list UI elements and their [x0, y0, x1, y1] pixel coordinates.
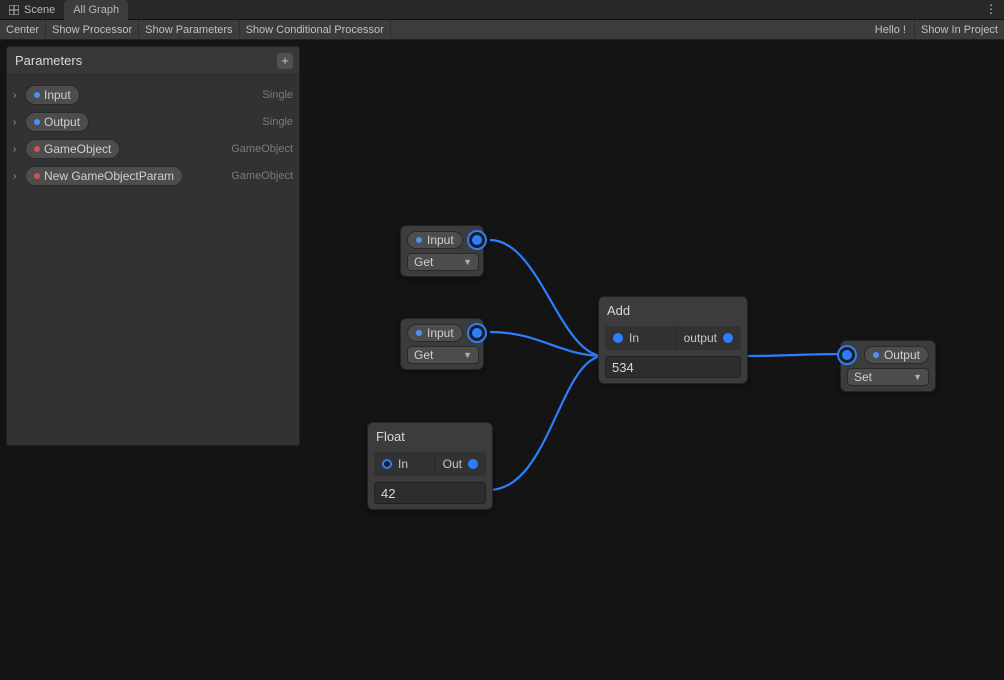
chevron-down-icon: ▼ — [463, 257, 472, 267]
float-value-input[interactable] — [374, 482, 486, 504]
param-type: GameObject — [231, 170, 293, 182]
node-title: Add — [599, 297, 747, 324]
add-value-input[interactable] — [605, 356, 741, 378]
input-port[interactable] — [837, 345, 857, 365]
top-tab-bar: Scene All Graph ⋮ — [0, 0, 1004, 20]
node-output[interactable]: Output Set ▼ — [840, 340, 936, 392]
param-name: New GameObjectParam — [44, 169, 174, 183]
center-button[interactable]: Center — [0, 20, 46, 40]
parameters-panel: Parameters + › Input Single › Output Sin… — [6, 46, 300, 446]
param-type: Single — [262, 116, 293, 128]
parameters-title: Parameters — [15, 53, 82, 68]
param-row: › GameObject GameObject — [13, 138, 293, 160]
show-parameters-button[interactable]: Show Parameters — [139, 20, 239, 40]
tab-scene[interactable]: Scene — [0, 0, 64, 20]
output-port-label: Out — [434, 452, 486, 476]
param-name: Output — [44, 115, 80, 129]
param-row: › Input Single — [13, 84, 293, 106]
param-pill[interactable]: GameObject — [25, 139, 120, 159]
param-row: › New GameObjectParam GameObject — [13, 165, 293, 187]
chevron-down-icon: ▼ — [913, 372, 922, 382]
type-dot-icon — [416, 330, 422, 336]
node-param-chip[interactable]: Output — [864, 346, 929, 364]
type-dot-icon — [416, 237, 422, 243]
parameters-header: Parameters + — [7, 47, 299, 75]
input-port-label: In — [374, 452, 416, 476]
node-param-label: Input — [427, 233, 454, 247]
input-port-label: In — [605, 326, 647, 350]
output-port-label: output — [675, 326, 741, 350]
show-in-project-button[interactable]: Show In Project — [914, 20, 1004, 40]
output-port[interactable] — [723, 333, 733, 343]
param-pill[interactable]: Output — [25, 112, 89, 132]
output-port[interactable] — [467, 230, 487, 250]
mode-value: Set — [854, 370, 872, 384]
output-port[interactable] — [468, 459, 478, 469]
mode-dropdown[interactable]: Set ▼ — [847, 368, 929, 386]
chevron-right-icon[interactable]: › — [13, 90, 23, 101]
node-param-label: Output — [884, 348, 920, 362]
chevron-right-icon[interactable]: › — [13, 171, 23, 182]
param-row: › Output Single — [13, 111, 293, 133]
input-port[interactable] — [613, 333, 623, 343]
node-title: Float — [368, 423, 492, 450]
param-type: Single — [262, 89, 293, 101]
chevron-right-icon[interactable]: › — [13, 144, 23, 155]
input-port[interactable] — [382, 459, 392, 469]
graph-area[interactable]: Parameters + › Input Single › Output Sin… — [0, 40, 1004, 680]
param-pill[interactable]: New GameObjectParam — [25, 166, 183, 186]
grid-icon — [9, 5, 19, 15]
chevron-right-icon[interactable]: › — [13, 117, 23, 128]
type-dot-icon — [34, 119, 40, 125]
chevron-down-icon: ▼ — [463, 350, 472, 360]
mode-value: Get — [414, 348, 433, 362]
tab-scene-label: Scene — [24, 4, 55, 16]
param-type: GameObject — [231, 143, 293, 155]
show-conditional-processor-button[interactable]: Show Conditional Processor — [240, 20, 391, 40]
param-name: Input — [44, 88, 71, 102]
type-dot-icon — [34, 92, 40, 98]
node-param-label: Input — [427, 326, 454, 340]
mode-value: Get — [414, 255, 433, 269]
mode-dropdown[interactable]: Get ▼ — [407, 253, 479, 271]
parameters-list: › Input Single › Output Single › — [7, 75, 299, 445]
node-param-chip[interactable]: Input — [407, 231, 463, 249]
tab-all-graph[interactable]: All Graph — [64, 0, 128, 20]
output-port[interactable] — [467, 323, 487, 343]
show-processor-button[interactable]: Show Processor — [46, 20, 139, 40]
node-input-1[interactable]: Input Get ▼ — [400, 225, 484, 277]
node-float[interactable]: Float In Out — [367, 422, 493, 510]
node-add[interactable]: Add In output — [598, 296, 748, 384]
type-dot-icon — [34, 146, 40, 152]
node-param-chip[interactable]: Input — [407, 324, 463, 342]
param-name: GameObject — [44, 142, 111, 156]
param-pill[interactable]: Input — [25, 85, 80, 105]
hello-label: Hello ! — [867, 24, 914, 36]
add-parameter-button[interactable]: + — [277, 53, 293, 69]
toolbar: Center Show Processor Show Parameters Sh… — [0, 20, 1004, 40]
tab-all-graph-label: All Graph — [73, 4, 119, 16]
node-input-2[interactable]: Input Get ▼ — [400, 318, 484, 370]
kebab-menu-icon[interactable]: ⋮ — [985, 2, 998, 16]
type-dot-icon — [34, 173, 40, 179]
mode-dropdown[interactable]: Get ▼ — [407, 346, 479, 364]
type-dot-icon — [873, 352, 879, 358]
